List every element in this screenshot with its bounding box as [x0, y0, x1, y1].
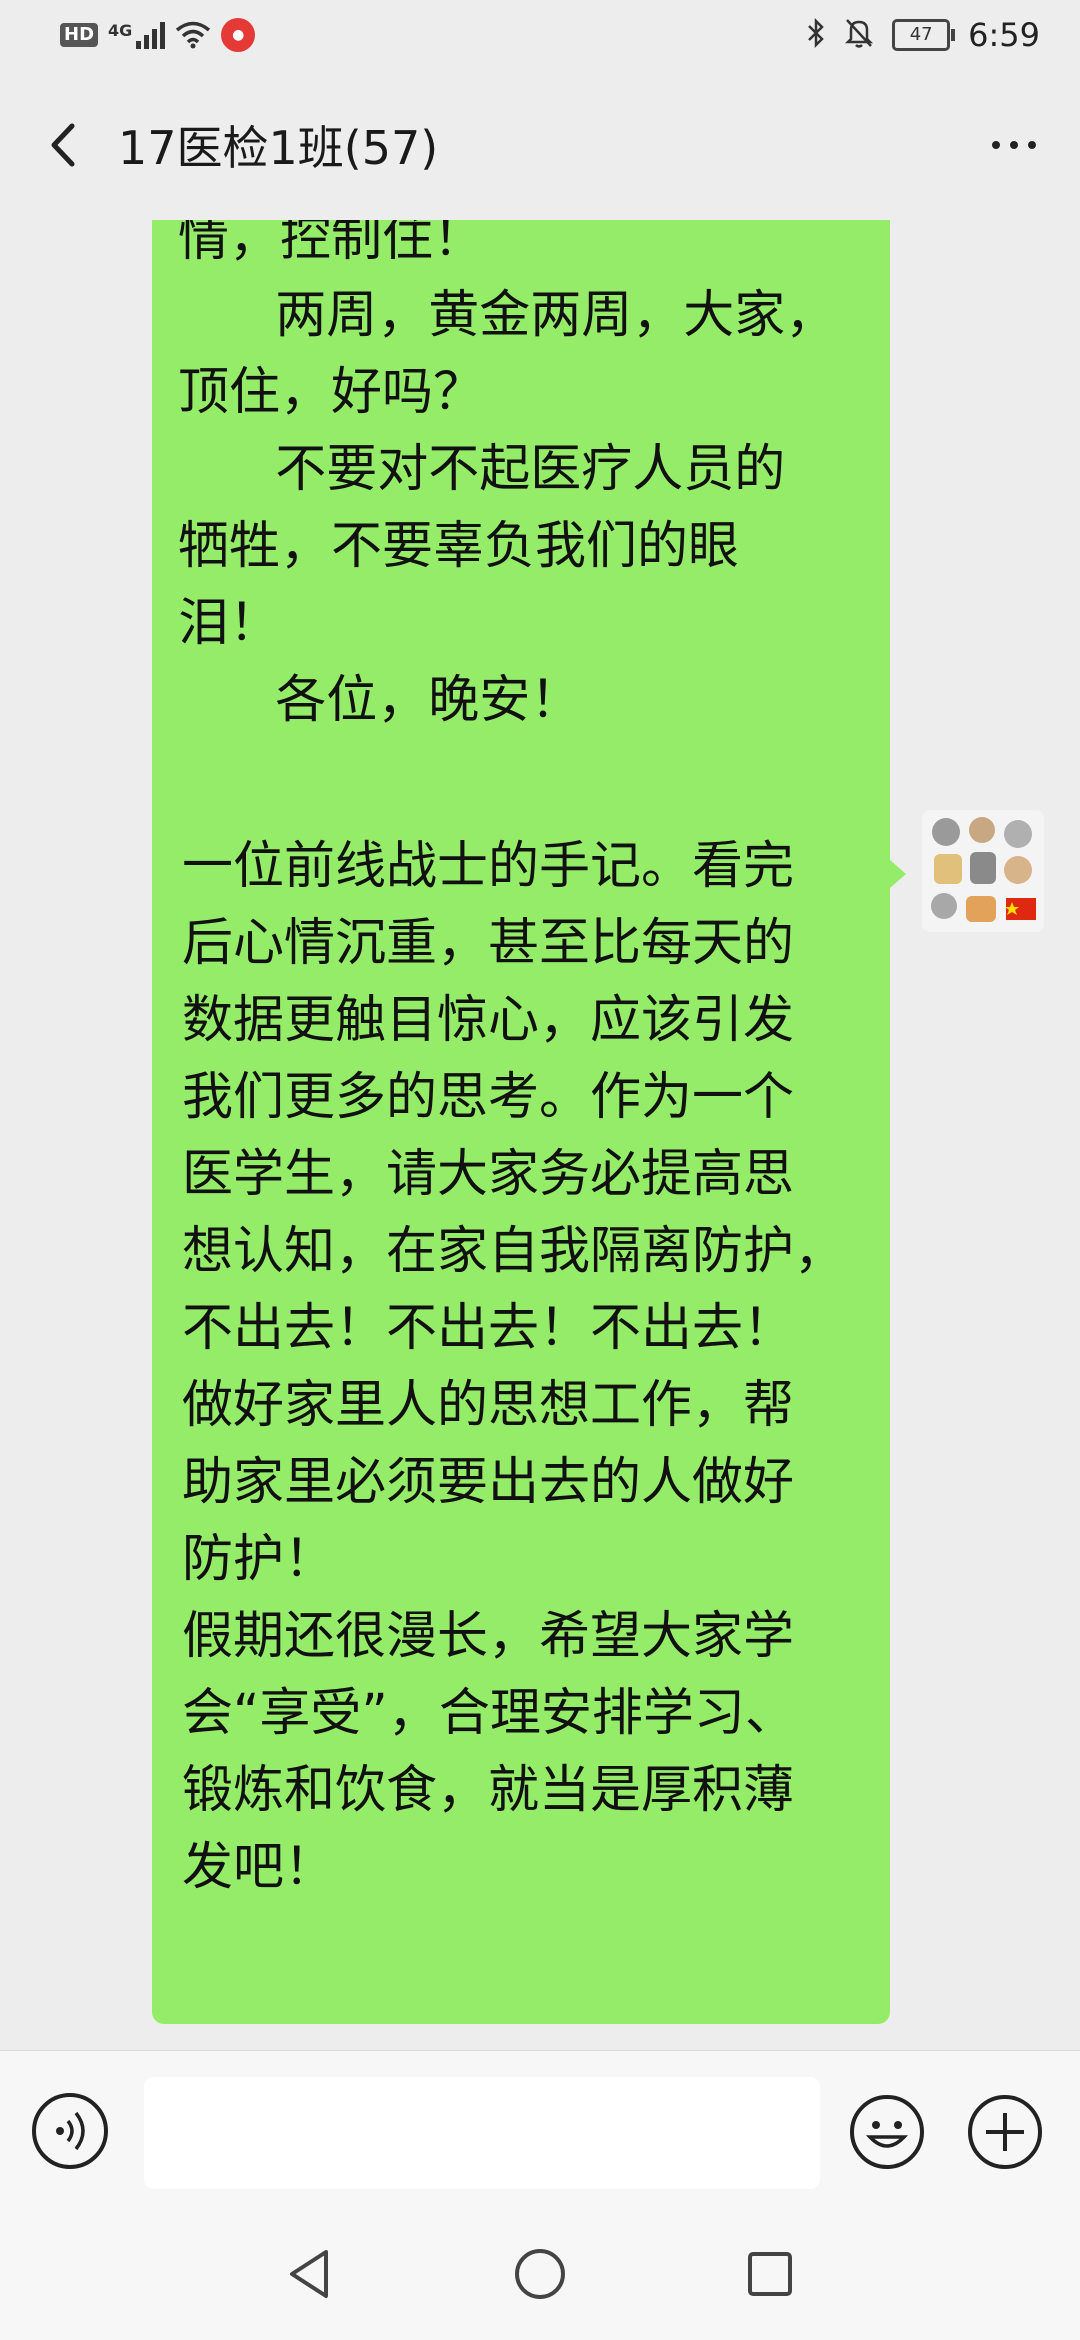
more-dots-icon: [992, 141, 1000, 149]
wifi-icon: [175, 21, 211, 49]
nav-back-icon: [290, 2250, 328, 2298]
chat-message-list[interactable]: 情，控制住！ 两周，黄金两周，大家， 顶住，好吗？ 不要对不起医疗人员的 牺牲，…: [0, 220, 1080, 2050]
message-input[interactable]: [144, 2077, 820, 2189]
emoji-button[interactable]: [848, 2093, 926, 2171]
chevron-left-icon: [51, 123, 75, 167]
bubble-tail: [890, 860, 906, 888]
app-notification-icon: ●: [221, 18, 256, 52]
nav-recent-button[interactable]: [740, 2244, 800, 2304]
hd-indicator: HD: [60, 23, 99, 47]
mute-bell-icon: [844, 17, 874, 53]
title-bar: 17医检1班(57): [0, 70, 1080, 220]
avatar[interactable]: [922, 810, 1044, 932]
chat-title: 17医检1班(57): [118, 121, 439, 175]
smiley-icon: [850, 2095, 924, 2169]
nav-home-button[interactable]: [510, 2244, 570, 2304]
more-button[interactable]: [984, 130, 1044, 160]
system-nav-bar: [0, 2200, 1080, 2340]
clock: 6:59: [968, 16, 1040, 54]
status-left: HD 4G ●: [60, 18, 256, 52]
status-bar: HD 4G ● 47 6:59: [0, 0, 1080, 70]
nav-home-icon: [515, 2249, 565, 2299]
status-right: 47 6:59: [806, 16, 1040, 54]
nav-recent-icon: [748, 2252, 792, 2296]
voice-icon: [56, 2111, 85, 2151]
network-type: 4G: [108, 20, 133, 40]
message-bubble[interactable]: 一位前线战士的手记。看完 后心情沉重，甚至比每天的 数据更触目惊心，应该引发 我…: [152, 810, 890, 2024]
signal-icon: [136, 21, 166, 49]
input-bar: [0, 2050, 1080, 2201]
bluetooth-icon: [806, 17, 826, 53]
nav-back-button[interactable]: [280, 2244, 340, 2304]
voice-button[interactable]: [32, 2093, 108, 2169]
battery-icon: 47: [892, 19, 956, 51]
plus-button[interactable]: [966, 2093, 1044, 2171]
back-button[interactable]: [40, 120, 90, 170]
sticker-avatar-image: [922, 810, 1044, 932]
plus-icon: [968, 2095, 1042, 2169]
